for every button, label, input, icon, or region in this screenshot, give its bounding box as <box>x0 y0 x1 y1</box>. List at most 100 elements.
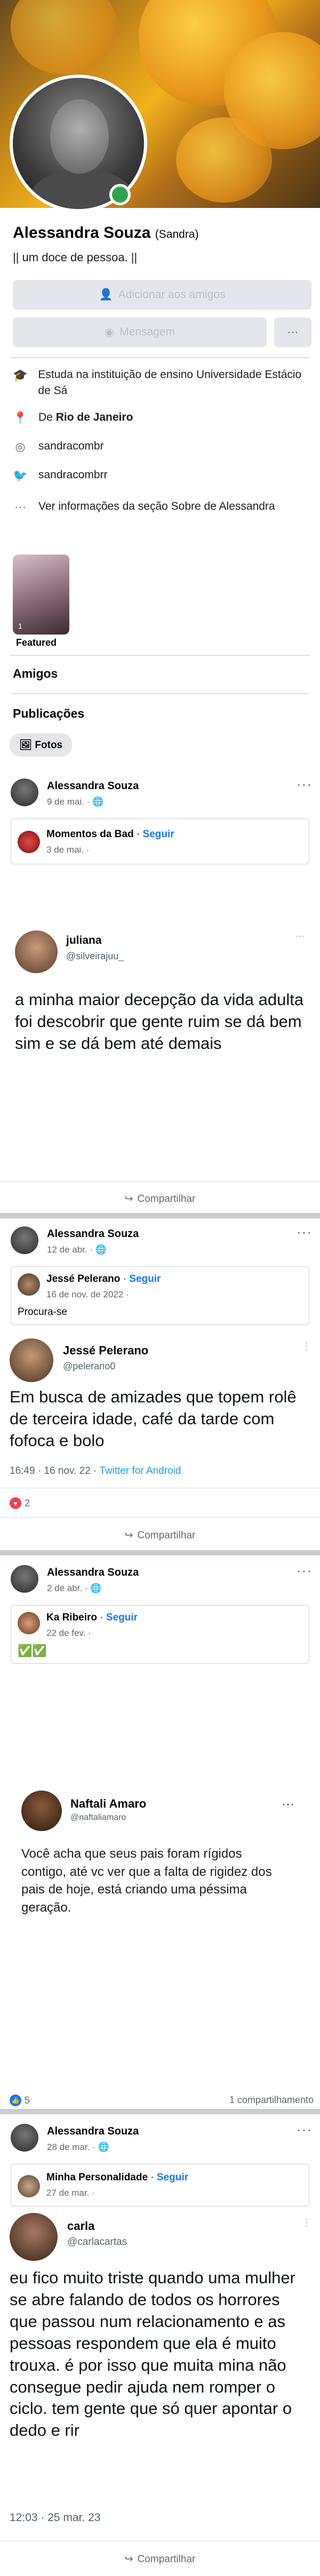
share-button[interactable]: ↪ Compartilhar <box>0 2553 320 2565</box>
tweet-name: carla <box>67 2219 95 2233</box>
post-author-name[interactable]: Alessandra Souza <box>47 780 139 792</box>
tweet-timestamp: 12:03 · 25 mar. 23 <box>10 2511 101 2524</box>
tweet-more-icon: ··· <box>295 930 305 941</box>
follow-button[interactable]: Seguir <box>143 829 174 840</box>
message-button[interactable]: ◉ Mensagem <box>13 317 267 347</box>
photo-icon: 🖼 <box>19 740 35 751</box>
tweet-more-icon: ⋮ <box>302 1341 311 1352</box>
info-education: 🎓 Estuda na instituição de ensino Univer… <box>13 367 311 399</box>
shared-date: 27 de mar. · <box>46 2188 95 2198</box>
reactions-count[interactable]: 👍 5 <box>10 2094 30 2106</box>
share-icon: ↪ <box>124 1530 133 1541</box>
tweet-timestamp: 16:49 · 16 nov. 22 · Twitter for Android <box>10 1465 181 1476</box>
share-count[interactable]: 1 compartilhamento <box>207 2094 314 2106</box>
shared-page-name[interactable]: Ka Ribeiro <box>46 1612 97 1623</box>
featured-count: 1 <box>18 622 22 630</box>
share-button[interactable]: ↪ Compartilhar <box>0 1529 320 1542</box>
follow-button[interactable]: Seguir <box>106 1612 138 1623</box>
shared-post-header[interactable]: Ka Ribeiro · Seguir 22 de fev. · ✅✅ <box>11 1605 309 1664</box>
divider <box>0 1517 320 1518</box>
globe-icon: 🌐 <box>92 797 104 807</box>
follow-button[interactable]: Seguir <box>129 1273 161 1285</box>
online-status-dot <box>109 184 131 205</box>
post-author-avatar[interactable] <box>11 1565 38 1593</box>
reactions-count[interactable]: ♥ 2 <box>10 1497 30 1509</box>
tweet-client: Twitter for Android <box>99 1465 181 1476</box>
post-author-name[interactable]: Alessandra Souza <box>47 1567 139 1579</box>
tweet-more-icon: ⋮ <box>302 2217 311 2228</box>
graduation-cap-icon: 🎓 <box>13 368 28 382</box>
profile-bio: || um doce de pessoa. || <box>13 251 138 264</box>
shared-post-header[interactable]: Momentos da Bad · Seguir 3 de mai. · <box>11 818 309 864</box>
photos-filter-chip[interactable]: 🖼 Fotos <box>10 733 73 757</box>
tweet-avatar <box>21 1791 62 1831</box>
shared-date: 3 de mai. · <box>46 845 90 855</box>
tweet-name: juliana <box>66 934 102 946</box>
see-about-link[interactable]: ··· Ver informações da seção Sobre de Al… <box>13 499 279 516</box>
post-date[interactable]: 12 de abr. · 🌐 <box>47 1245 107 1255</box>
post-options-icon[interactable]: ··· <box>297 1224 312 1240</box>
info-hometown: 📍 De Rio de Janeiro <box>13 410 133 427</box>
tweet-text: Você acha que seus pais foram rígidos co… <box>21 1847 272 1915</box>
profile-nickname: (Sandra) <box>155 228 199 240</box>
post-options-icon[interactable]: ··· <box>297 776 312 792</box>
add-friend-button[interactable]: 👤 Adicionar aos amigos <box>13 280 311 310</box>
posts-heading: Publicações <box>13 707 85 720</box>
post-author-name[interactable]: Alessandra Souza <box>47 1228 139 1240</box>
hometown-link[interactable]: Rio de Janeiro <box>56 411 133 423</box>
divider <box>11 357 309 358</box>
featured-story[interactable]: 1 <box>13 555 69 635</box>
share-icon: ↪ <box>124 2554 133 2565</box>
info-twitter[interactable]: 🐦 sandracombrr <box>13 467 107 484</box>
share-button[interactable]: ↪ Compartilhar <box>0 1193 320 1205</box>
post-options-icon[interactable]: ··· <box>297 1562 312 1579</box>
shared-caption: Procura-se <box>18 1306 67 1318</box>
share-icon: ↪ <box>124 1193 133 1205</box>
profile-name: Alessandra Souza (Sandra) <box>13 224 199 242</box>
tweet-name: Naftali Amaro <box>70 1797 147 1810</box>
instagram-icon: ◎ <box>15 440 26 453</box>
featured-label: Featured <box>16 637 57 648</box>
shared-post-header[interactable]: Jessé Pelerano · Seguir 16 de nov. de 20… <box>11 1266 309 1325</box>
more-options-button[interactable]: ··· <box>274 317 311 347</box>
divider <box>11 693 309 694</box>
more-dots-icon: ··· <box>14 500 26 513</box>
post-author-avatar[interactable] <box>11 779 38 806</box>
post-separator <box>0 1550 320 1555</box>
post-options-icon[interactable]: ··· <box>297 2121 312 2138</box>
post-author-name[interactable]: Alessandra Souza <box>47 2125 139 2138</box>
tweet-avatar <box>10 1338 53 1382</box>
heart-reaction-icon: ♥ <box>10 1497 21 1509</box>
add-friend-icon: 👤 <box>99 288 113 301</box>
tweet-text: eu fico muito triste quando uma mulher s… <box>10 2268 295 2440</box>
post-author-avatar[interactable] <box>11 1226 38 1254</box>
tweet-more-icon: ··· <box>282 1797 294 1811</box>
post-author-avatar[interactable] <box>11 2124 38 2152</box>
info-instagram[interactable]: ◎ sandracombr <box>13 438 103 455</box>
friends-heading[interactable]: Amigos <box>13 667 58 681</box>
twitter-icon: 🐦 <box>13 469 28 482</box>
post-separator <box>0 2109 320 2114</box>
shared-page-name[interactable]: Momentos da Bad <box>46 829 134 840</box>
tweet-avatar <box>15 930 58 973</box>
tweet-name: Jessé Pelerano <box>63 1344 149 1357</box>
post-date[interactable]: 9 de mai. · 🌐 <box>47 797 103 807</box>
shared-caption: ✅✅ <box>18 1644 47 1657</box>
like-reaction-icon: 👍 <box>10 2094 21 2106</box>
location-pin-icon: 📍 <box>13 411 28 424</box>
post-date[interactable]: 28 de mar. · 🌐 <box>47 2142 109 2153</box>
shared-page-name[interactable]: Minha Personalidade <box>46 2172 148 2183</box>
shared-post-header[interactable]: Minha Personalidade · Seguir 27 de mar. … <box>11 2164 309 2206</box>
post-date[interactable]: 2 de abr. · 🌐 <box>47 1583 101 1594</box>
tweet-handle: @pelerano0 <box>63 1361 116 1371</box>
tweet-handle: @naftaliamaro <box>70 1813 126 1822</box>
divider <box>11 655 309 656</box>
shared-page-name[interactable]: Jessé Pelerano <box>46 1273 120 1285</box>
divider <box>0 1181 320 1182</box>
tweet-handle: @silveirajuu_ <box>66 951 124 961</box>
globe-icon: 🌐 <box>90 1583 102 1593</box>
post-separator <box>0 1213 320 1218</box>
follow-button[interactable]: Seguir <box>157 2172 188 2183</box>
shared-date: 16 de nov. de 2022 · <box>46 1289 129 1299</box>
tweet-text: Em busca de amizades que topem rolê de t… <box>10 1387 297 1450</box>
